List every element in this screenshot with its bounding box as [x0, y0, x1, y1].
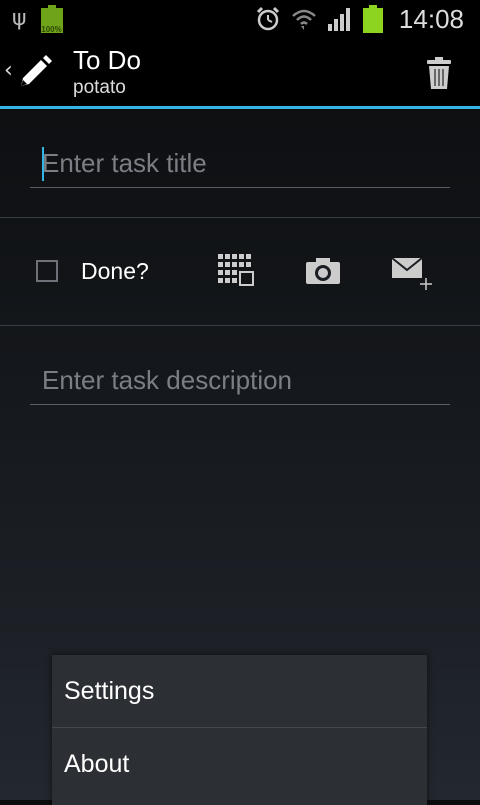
signal-icon	[327, 8, 350, 31]
battery-full-icon	[362, 5, 383, 33]
done-checkbox[interactable]	[36, 260, 58, 282]
up-button[interactable]: ‹	[4, 50, 55, 90]
status-bar: ψ 100% 14:08	[0, 0, 480, 38]
chevron-left-icon: ‹	[4, 57, 13, 83]
wifi-icon	[292, 9, 316, 30]
menu-item-about[interactable]: About	[52, 728, 427, 800]
camera-icon[interactable]	[302, 250, 346, 294]
task-actions-row: Done?	[0, 220, 480, 324]
divider	[0, 325, 480, 326]
task-title-field-wrap	[30, 139, 450, 188]
calendar-icon[interactable]	[214, 250, 258, 294]
menu-item-settings[interactable]: Settings	[52, 655, 427, 727]
page-title: To Do	[73, 45, 141, 75]
action-bar-accent-line	[0, 106, 480, 109]
task-description-field-wrap	[30, 356, 450, 405]
alarm-icon	[256, 6, 279, 31]
options-menu: Settings About	[52, 655, 427, 805]
email-add-icon[interactable]	[390, 250, 434, 294]
divider	[0, 217, 480, 218]
trash-icon[interactable]	[426, 56, 452, 90]
battery-small-label: 100%	[41, 25, 62, 34]
task-title-input[interactable]	[30, 139, 450, 187]
task-description-input[interactable]	[30, 356, 450, 404]
pencil-icon	[20, 55, 52, 86]
usb-icon: ψ	[12, 6, 27, 31]
battery-icon: 100%	[40, 5, 63, 34]
title-block: To Do potato	[73, 46, 141, 100]
page-subtitle: potato	[73, 77, 126, 98]
done-label: Done?	[81, 258, 149, 284]
action-bar: ‹ To Do potato	[0, 38, 480, 106]
text-cursor	[42, 147, 44, 181]
clock: 14:08	[398, 3, 464, 34]
